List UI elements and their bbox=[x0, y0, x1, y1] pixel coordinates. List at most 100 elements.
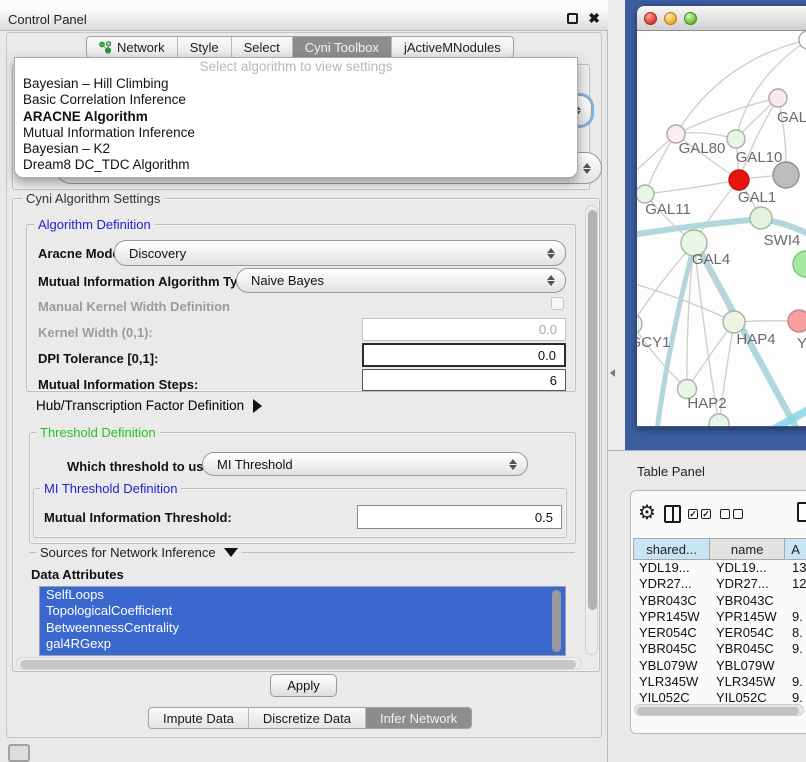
table-cell[interactable]: 9. bbox=[786, 641, 806, 657]
table-cell[interactable] bbox=[786, 658, 806, 674]
table-cell[interactable]: YER054C bbox=[710, 625, 786, 641]
apply-button[interactable]: Apply bbox=[270, 674, 337, 697]
table-cell[interactable]: YLR345W bbox=[633, 674, 710, 690]
table-row[interactable]: YDR27...YDR27...12 bbox=[633, 576, 806, 592]
aracne-mode-combo[interactable]: Discovery bbox=[114, 240, 566, 266]
column-header-name[interactable]: name bbox=[710, 539, 785, 559]
table-row[interactable]: YBR043CYBR043C bbox=[633, 593, 806, 609]
table-cell[interactable]: 9. bbox=[786, 674, 806, 690]
table-row[interactable]: YER054CYER054C8. bbox=[633, 625, 806, 641]
table-cell[interactable]: YDR27... bbox=[633, 576, 710, 592]
collapsed-panel-icon[interactable] bbox=[8, 744, 30, 762]
network-node[interactable] bbox=[793, 251, 806, 277]
network-edge[interactable] bbox=[645, 134, 676, 194]
attr-list-scrollbar[interactable] bbox=[552, 590, 561, 652]
column-header-shared-name[interactable]: shared... bbox=[634, 539, 710, 559]
network-view-window[interactable]: GALGAL80GAL10GAL1GAL11SWI4GAL4GCY1HAP4YH… bbox=[637, 6, 806, 427]
table-cell[interactable]: YPR145W bbox=[710, 609, 786, 625]
tab-network[interactable]: Network bbox=[87, 37, 178, 57]
divider-grip-icon[interactable] bbox=[610, 369, 615, 377]
network-node[interactable] bbox=[729, 170, 749, 190]
network-node[interactable] bbox=[788, 310, 806, 332]
table-cell[interactable]: YDL19... bbox=[710, 560, 786, 576]
mi-type-combo[interactable]: Naive Bayes bbox=[236, 268, 566, 293]
table-cell[interactable]: YDL19... bbox=[633, 560, 710, 576]
table-cell[interactable]: YDR27... bbox=[710, 576, 786, 592]
sources-toggle[interactable]: Sources for Network Inference bbox=[36, 545, 242, 560]
table-cell[interactable]: 13 bbox=[786, 560, 806, 576]
tab-discretize-data[interactable]: Discretize Data bbox=[249, 708, 366, 728]
float-window-icon[interactable] bbox=[567, 13, 578, 24]
popup-algorithm-item[interactable]: Mutual Information Inference bbox=[15, 125, 577, 141]
tab-jactivemnodules[interactable]: jActiveMNodules bbox=[392, 37, 513, 57]
select-all-icon[interactable]: ✓ ✓ bbox=[688, 509, 711, 519]
mi-threshold-field[interactable]: 0.5 bbox=[357, 505, 562, 529]
close-traffic-light-icon[interactable] bbox=[644, 12, 657, 25]
tab-style[interactable]: Style bbox=[178, 37, 232, 57]
kernel-width-field[interactable]: 0.0 bbox=[362, 318, 566, 341]
hub-definition-toggle[interactable]: Hub/Transcription Factor Definition bbox=[36, 398, 262, 413]
table-row[interactable]: YLR345WYLR345W9. bbox=[633, 674, 806, 690]
network-graph[interactable]: GALGAL80GAL10GAL1GAL11SWI4GAL4GCY1HAP4YH… bbox=[637, 31, 806, 426]
popup-algorithm-item[interactable]: Bayesian – Hill Climbing bbox=[15, 76, 577, 92]
table-cell[interactable]: 9. bbox=[786, 609, 806, 625]
table-cell[interactable]: YBR045C bbox=[633, 641, 710, 657]
dpi-tolerance-field[interactable]: 0.0 bbox=[362, 343, 566, 367]
network-node[interactable] bbox=[723, 311, 745, 333]
gear-icon[interactable]: ⚙ bbox=[638, 503, 656, 523]
table-row[interactable]: YBR045CYBR045C9. bbox=[633, 641, 806, 657]
table-cell[interactable]: YBL079W bbox=[633, 658, 710, 674]
popup-algorithm-item[interactable]: ARACNE Algorithm bbox=[15, 109, 577, 125]
expand-right-icon[interactable] bbox=[253, 399, 262, 413]
table-cell[interactable]: YBR043C bbox=[710, 593, 786, 609]
table-row[interactable]: YDL19...YDL19...13 bbox=[633, 560, 806, 576]
table-cell[interactable]: YER054C bbox=[633, 625, 710, 641]
settings-vscroll-thumb[interactable] bbox=[588, 210, 597, 610]
node-table[interactable]: shared... name A YDL19...YDL19...13YDR27… bbox=[633, 538, 806, 707]
collapse-down-icon[interactable] bbox=[224, 548, 238, 557]
network-window-titlebar[interactable] bbox=[637, 6, 806, 31]
settings-vertical-scrollbar[interactable] bbox=[585, 205, 598, 655]
popup-algorithm-item[interactable]: Basic Correlation Inference bbox=[15, 92, 577, 108]
table-cell[interactable] bbox=[786, 593, 806, 609]
table-cell[interactable]: YBR043C bbox=[633, 593, 710, 609]
manual-kernel-checkbox[interactable] bbox=[551, 297, 564, 310]
table-cell[interactable]: 12 bbox=[786, 576, 806, 592]
table-row[interactable]: YBL079WYBL079W bbox=[633, 658, 806, 674]
table-cell[interactable]: YBL079W bbox=[710, 658, 786, 674]
data-attributes-list[interactable]: SelfLoopsTopologicalCoefficientBetweenne… bbox=[39, 586, 566, 656]
which-threshold-combo[interactable]: MI Threshold bbox=[202, 452, 528, 476]
network-edge[interactable] bbox=[676, 98, 778, 134]
network-node[interactable] bbox=[769, 89, 787, 107]
network-edge[interactable] bbox=[687, 322, 734, 389]
network-edge[interactable] bbox=[645, 180, 739, 194]
close-icon[interactable]: ✖ bbox=[588, 10, 600, 27]
data-attribute-item[interactable]: gal4RGexp bbox=[40, 636, 565, 652]
network-canvas[interactable]: GALGAL80GAL10GAL1GAL11SWI4GAL4GCY1HAP4YH… bbox=[637, 31, 806, 426]
popup-algorithm-item[interactable]: Bayesian – K2 bbox=[15, 141, 577, 157]
data-attribute-item[interactable]: TopologicalCoefficient bbox=[40, 603, 565, 619]
columns-icon[interactable] bbox=[664, 505, 681, 523]
network-node[interactable] bbox=[727, 130, 745, 148]
tab-infer-network[interactable]: Infer Network bbox=[366, 708, 471, 728]
table-cell[interactable]: 8. bbox=[786, 625, 806, 641]
mi-steps-field[interactable]: 6 bbox=[362, 369, 566, 391]
table-hscroll-thumb[interactable] bbox=[637, 707, 799, 715]
network-node[interactable] bbox=[709, 414, 729, 426]
table-row[interactable]: YPR145WYPR145W9. bbox=[633, 609, 806, 625]
column-header-partial[interactable]: A bbox=[785, 539, 806, 559]
data-attribute-item[interactable]: BetweennessCentrality bbox=[40, 620, 565, 636]
table-cell[interactable]: YBR045C bbox=[710, 641, 786, 657]
zoom-traffic-light-icon[interactable] bbox=[684, 12, 697, 25]
control-panel-titlebar[interactable]: Control Panel ✖ bbox=[0, 8, 608, 31]
table-horizontal-scrollbar[interactable] bbox=[634, 704, 804, 716]
table-cell[interactable]: YPR145W bbox=[633, 609, 710, 625]
table-cell[interactable]: YLR345W bbox=[710, 674, 786, 690]
deselect-all-icon[interactable] bbox=[720, 509, 743, 519]
tab-cyni-toolbox[interactable]: Cyni Toolbox bbox=[293, 37, 392, 57]
settings-horizontal-scrollbar[interactable] bbox=[16, 657, 582, 670]
network-node[interactable] bbox=[750, 207, 772, 229]
tab-impute-data[interactable]: Impute Data bbox=[149, 708, 249, 728]
minimize-traffic-light-icon[interactable] bbox=[664, 12, 677, 25]
network-node[interactable] bbox=[637, 314, 642, 334]
